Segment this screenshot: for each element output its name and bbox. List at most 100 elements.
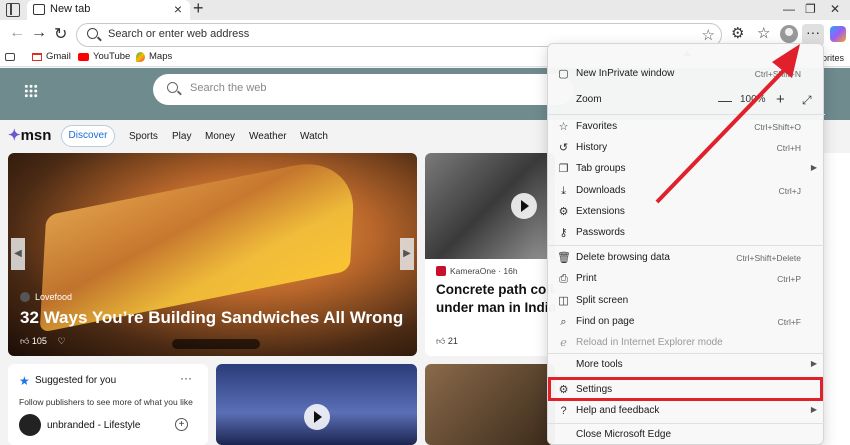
refresh-icon[interactable]: ↻ [54,24,67,44]
follow-publisher-button[interactable]: + [175,418,188,431]
address-input[interactable] [108,28,668,40]
tab-money[interactable]: Money [205,131,235,142]
suggested-subtitle: Follow publishers to see more of what yo… [19,397,193,407]
card-title[interactable]: Concrete path colla under man in India [436,281,555,317]
sparkle-icon: ★ [19,374,30,388]
extensions-icon[interactable]: ⚙ [731,24,744,42]
tab-title: New tab [50,3,91,15]
carousel-next-button[interactable]: ▶ [400,238,414,270]
minimize-icon[interactable]: — [783,2,795,16]
tab-watch[interactable]: Watch [300,131,328,142]
zoom-in-button[interactable]: + [776,91,785,108]
new-tab-button[interactable]: + [193,0,204,19]
card-title[interactable]: 32 Ways You’re Building Sandwiches All W… [20,308,403,328]
bookmark-gmail[interactable]: Gmail [32,51,71,62]
menu-item-label: More tools [576,359,623,370]
menu-item-label: History [576,142,608,153]
publisher-name[interactable]: unbranded - Lifestyle [47,420,140,431]
menu-item-close-edge[interactable]: Close Microsoft Edge [548,425,825,445]
menu-item-favorites[interactable]: ☆ Favorites Ctrl+Shift+O [548,117,825,138]
menu-item-find-on-page[interactable]: ⌕ Find on page Ctrl+F [548,312,825,333]
menu-item-label: Print [576,273,597,284]
menu-item-passwords[interactable]: ⚷ Passwords [548,223,825,244]
menu-item-label: Extensions [576,206,625,217]
play-icon[interactable] [304,404,330,430]
favorites-toolbar-icon[interactable]: ☆ [757,24,770,42]
like-count: 105 [31,336,47,346]
menu-item-downloads[interactable]: ⤓ Downloads Ctrl+J [548,181,825,202]
fullscreen-icon[interactable]: ⤢ [802,93,812,108]
profile-avatar[interactable] [780,25,798,43]
menu-divider [548,353,825,354]
suggested-title: Suggested for you [35,375,117,386]
like-button[interactable]: 👍︎ 105 ♡ [20,336,66,347]
trash-icon: 🗑︎ [557,252,571,264]
secondary-news-card[interactable]: KameraOne · 16h Concrete path colla under… [425,153,555,356]
menu-item-tab-groups[interactable]: ❐ Tab groups ▶ [548,159,825,180]
menu-divider [548,245,825,246]
tab-discover[interactable]: Discover [61,125,115,147]
menu-item-print[interactable]: ⎙ Print Ctrl+P [548,269,825,290]
apps-bookmark-icon[interactable] [5,53,15,61]
zoom-out-button[interactable]: — [718,92,732,108]
copilot-icon[interactable] [830,26,846,42]
tab-sports[interactable]: Sports [129,131,158,142]
ie-mode-icon: ℯ [560,337,567,349]
menu-item-shortcut: Ctrl+Shift+Delete [736,253,801,263]
tab-weather[interactable]: Weather [249,131,287,142]
close-tab-icon[interactable]: × [174,1,182,17]
menu-item-split-screen[interactable]: ◫ Split screen [548,291,825,312]
carousel-prev-button[interactable]: ◀ [11,238,25,270]
main-news-card[interactable]: ◀ ▶ Lovefood 32 Ways You’re Building San… [8,153,417,356]
settings-highlight-box [548,377,823,401]
key-icon: ⚷ [559,227,568,239]
close-window-icon[interactable]: ✕ [830,2,840,16]
card-source: KameraOne · 16h [436,266,518,276]
web-search-input[interactable] [190,82,490,94]
card-source: Lovefood [20,292,72,302]
tab-strip: New tab × + — ❐ ✕ [0,0,850,20]
web-search-box[interactable] [153,74,573,105]
print-icon: ⎙ [559,273,568,285]
play-icon[interactable] [511,193,537,219]
add-favorite-star-icon[interactable]: ☆ [702,26,715,44]
bookmark-maps[interactable]: Maps [136,51,172,62]
menu-item-history[interactable]: ↺ History Ctrl+H [548,138,825,159]
forward-icon[interactable]: → [31,24,47,42]
menu-divider [548,423,825,424]
back-icon[interactable]: ← [9,24,25,42]
carousel-indicator[interactable] [172,339,260,349]
menu-item-label: Tab groups [576,163,626,174]
thumbs-up-icon: 👍︎ [436,336,448,346]
storm-video-card[interactable] [216,364,417,445]
tab-groups-icon: ❐ [558,163,569,175]
tab-new-tab[interactable]: New tab × [27,0,190,20]
more-options-icon[interactable]: ··· [180,371,192,385]
youtube-icon [78,52,89,61]
menu-item-label: Help and feedback [576,405,660,416]
menu-item-shortcut: Ctrl+Shift+O [754,122,801,132]
search-icon [167,82,178,93]
menu-item-delete-browsing-data[interactable]: 🗑︎ Delete browsing data Ctrl+Shift+Delet… [548,248,825,269]
news-image-card[interactable] [425,364,555,445]
thumbs-down-icon[interactable]: ♡ [57,336,65,346]
card-title-line: Concrete path colla [436,282,555,297]
bookmark-label: Maps [149,51,173,62]
source-name: KameraOne · 16h [450,266,518,276]
chevron-right-icon: ▶ [810,163,817,172]
menu-item-new-inprivate[interactable]: ▢ New InPrivate window Ctrl+Shift+N [548,64,825,85]
app-launcher-icon[interactable] [24,84,38,98]
tab-actions-icon[interactable] [6,3,20,17]
like-button[interactable]: 👍︎ 21 [436,336,458,347]
menu-item-shortcut: Ctrl+F [777,317,801,327]
other-favorites-label[interactable]: orites [822,53,844,63]
menu-item-help-feedback[interactable]: ? Help and feedback ▶ [548,401,825,422]
msn-logo[interactable]: ✦msn [8,126,51,144]
bookmark-label: Gmail [46,51,71,62]
bookmark-youtube[interactable]: YouTube [78,51,130,62]
menu-item-ie-mode: ℯ Reload in Internet Explorer mode [548,333,825,354]
restore-icon[interactable]: ❐ [805,2,816,16]
menu-item-more-tools[interactable]: More tools ▶ [548,355,825,376]
menu-item-extensions[interactable]: ⚙ Extensions [548,202,825,223]
tab-play[interactable]: Play [172,131,191,142]
